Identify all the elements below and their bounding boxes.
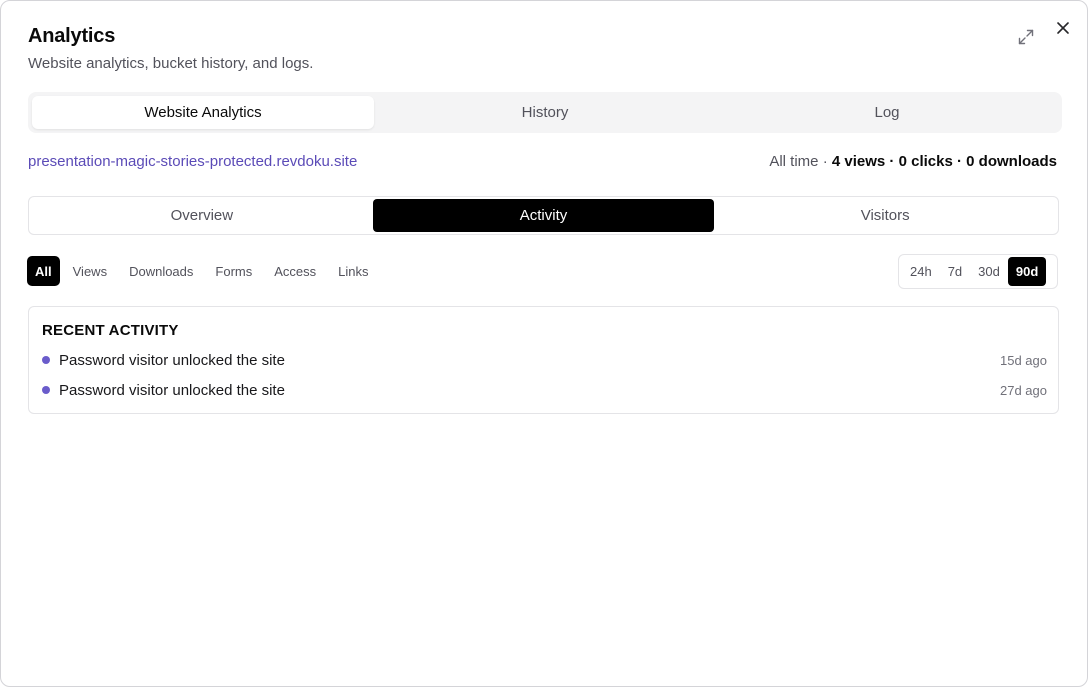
- site-stats: All time · 4 views · 0 clicks · 0 downlo…: [769, 153, 1057, 170]
- range-30d[interactable]: 30d: [970, 257, 1008, 286]
- activity-text: Password visitor unlocked the site: [59, 381, 285, 399]
- activity-dot-icon: [42, 356, 50, 364]
- analytics-dialog: Analytics Website analytics, bucket hist…: [0, 0, 1088, 687]
- stats-downloads: 0 downloads: [966, 153, 1057, 170]
- close-button[interactable]: [1053, 18, 1073, 38]
- expand-button[interactable]: [1016, 27, 1036, 47]
- stats-separator: ·: [885, 153, 899, 170]
- filter-all[interactable]: All: [27, 256, 60, 286]
- activity-time: 27d ago: [1000, 382, 1047, 398]
- tab-history[interactable]: History: [374, 96, 716, 129]
- range-24h[interactable]: 24h: [902, 257, 940, 286]
- filter-downloads[interactable]: Downloads: [120, 256, 202, 286]
- stats-clicks: 0 clicks: [898, 153, 953, 170]
- tab-overview[interactable]: Overview: [31, 199, 373, 232]
- range-90d[interactable]: 90d: [1007, 257, 1047, 286]
- time-range-selector: 24h 7d 30d 90d: [898, 254, 1058, 289]
- sub-tab-bar: Overview Activity Visitors: [28, 196, 1059, 235]
- stats-separator: ·: [952, 153, 967, 170]
- filter-views[interactable]: Views: [64, 256, 116, 286]
- activity-dot-icon: [42, 386, 50, 394]
- site-url-link[interactable]: presentation-magic-stories-protected.rev…: [28, 153, 357, 170]
- filter-links[interactable]: Links: [329, 256, 377, 286]
- stats-views: 4 views: [831, 153, 886, 170]
- activity-text: Password visitor unlocked the site: [59, 351, 285, 369]
- range-7d[interactable]: 7d: [940, 257, 970, 286]
- activity-item: Password visitor unlocked the site 27d a…: [42, 379, 1047, 401]
- dialog-subtitle: Website analytics, bucket history, and l…: [28, 55, 314, 72]
- filter-access[interactable]: Access: [265, 256, 325, 286]
- expand-icon: [1018, 29, 1034, 45]
- dialog-title: Analytics: [28, 25, 116, 47]
- stats-period: All time: [769, 153, 819, 170]
- tab-website-analytics[interactable]: Website Analytics: [32, 96, 374, 129]
- tab-visitors[interactable]: Visitors: [714, 199, 1056, 232]
- tab-activity[interactable]: Activity: [372, 199, 715, 232]
- activity-filter-bar: All Views Downloads Forms Access Links: [27, 256, 382, 286]
- stats-separator: ·: [818, 153, 832, 170]
- activity-time: 15d ago: [1000, 352, 1047, 368]
- recent-activity-card: RECENT ACTIVITY Password visitor unlocke…: [28, 306, 1059, 414]
- activity-item: Password visitor unlocked the site 15d a…: [42, 349, 1047, 371]
- filter-forms[interactable]: Forms: [206, 256, 261, 286]
- main-tab-bar: Website Analytics History Log: [28, 92, 1062, 133]
- tab-log[interactable]: Log: [716, 96, 1058, 129]
- recent-activity-title: RECENT ACTIVITY: [42, 322, 179, 339]
- close-icon: [1057, 22, 1069, 34]
